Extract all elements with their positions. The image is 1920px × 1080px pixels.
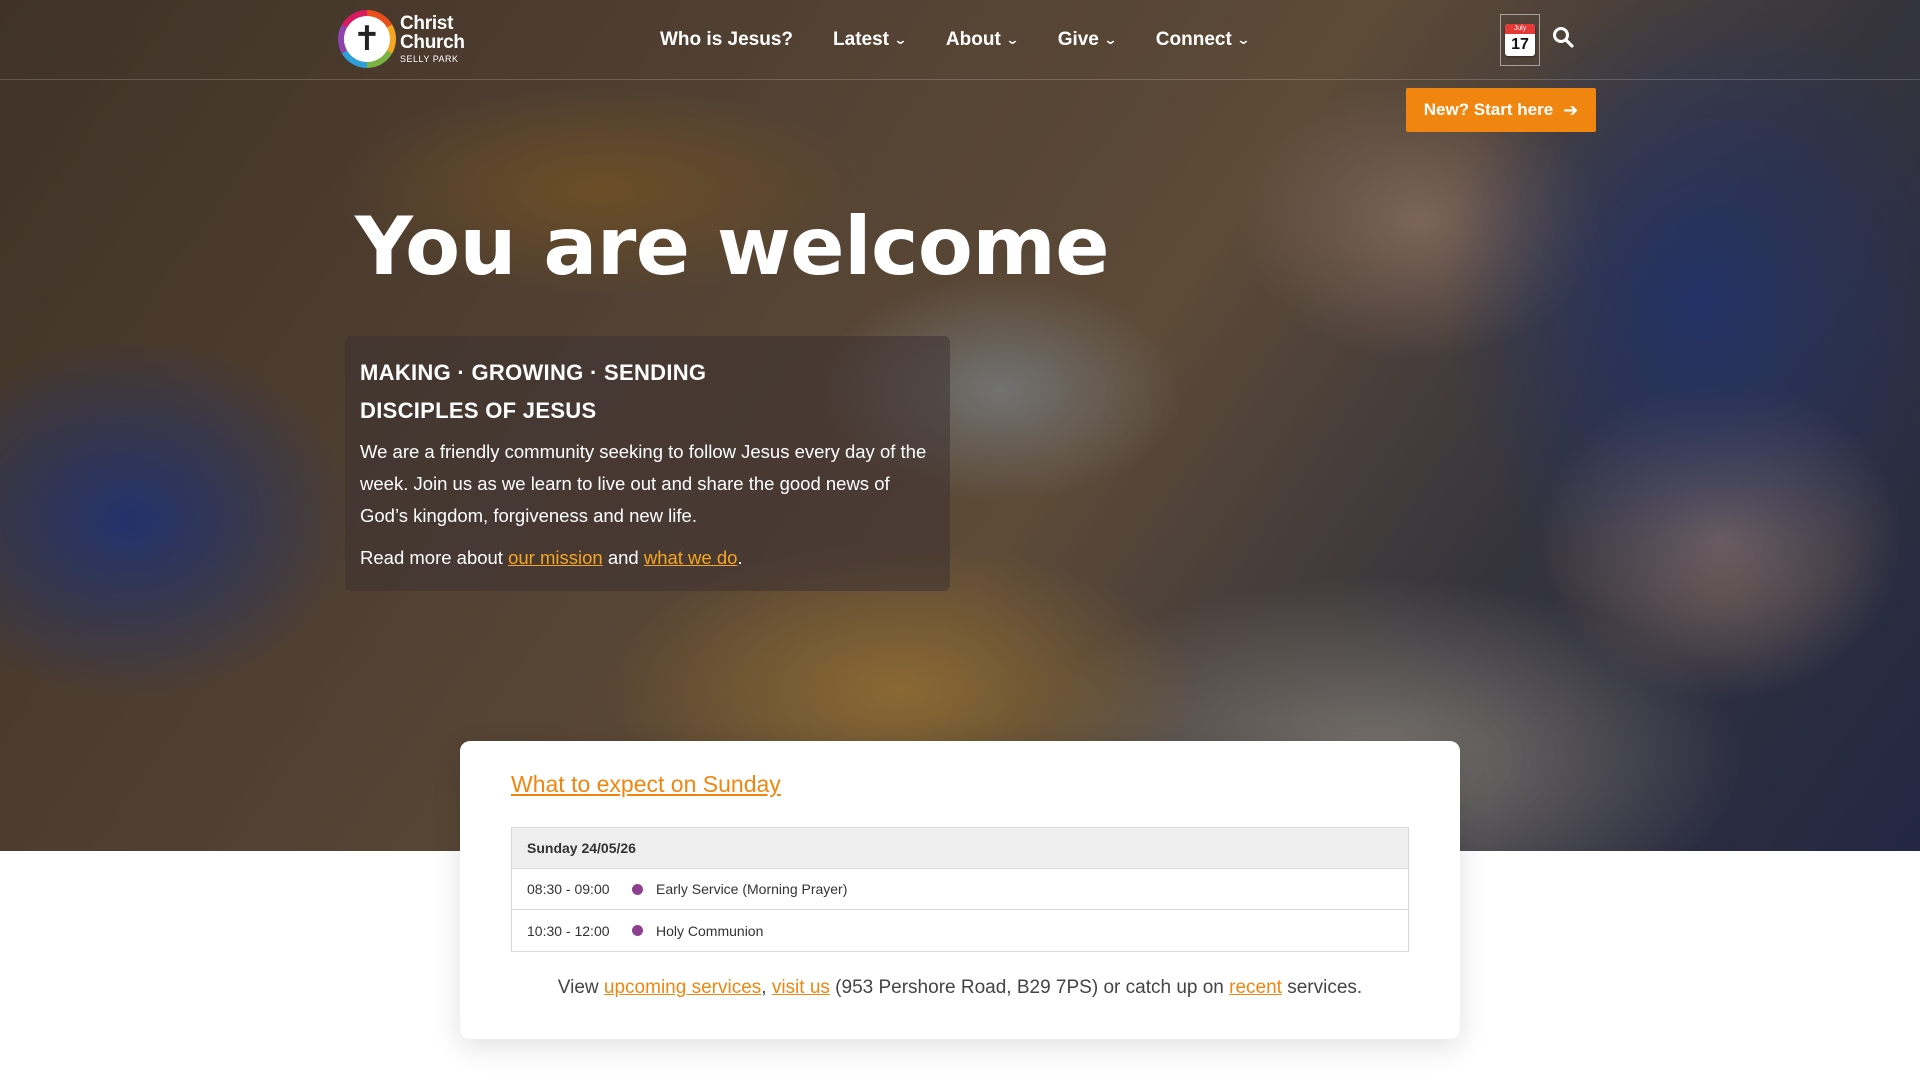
footer-suffix: services. [1281,977,1363,998]
event-time: 10:30 - 12:00 [527,922,610,939]
site-header: ✝ Christ Church SELLY PARK Who is Jesus?… [0,0,1920,80]
read-more-prefix: Read more about [360,547,509,568]
nav-item-label: About [945,29,1001,50]
footer-address: (953 Pershore Road, B29 7PS) or catch up… [829,977,1230,998]
nav-item-about[interactable]: About ⌄ [945,29,1020,51]
hero-heading: MAKING · GROWING · SENDING DISCIPLES OF … [360,354,935,430]
logo-ring: ✝ [338,10,396,68]
site-logo[interactable]: ✝ Christ Church SELLY PARK [338,10,465,68]
nav-item-connect[interactable]: Connect ⌄ [1155,29,1251,51]
logo-line-3: SELLY PARK [400,54,459,64]
cross-icon: ✝ [344,16,390,62]
read-more-and: and [602,547,644,568]
hero-heading-line-1: MAKING · GROWING · SENDING [360,360,707,385]
hero-background-image [0,0,1920,851]
visit-us-link[interactable]: visit us [772,977,830,998]
logo-line-1: Christ [400,13,454,34]
event-name: Holy Communion [656,922,764,939]
arrow-right-icon: ➔ [1563,99,1579,120]
chevron-down-icon: ⌄ [1005,32,1020,47]
hero-read-more: Read more about our mission and what we … [360,542,935,574]
upcoming-services-link[interactable]: upcoming services [604,977,761,998]
event-dot-icon [632,883,643,895]
nav-item-latest[interactable]: Latest ⌄ [833,29,908,51]
what-we-do-link[interactable]: what we do [644,547,738,568]
schedule-date-header: Sunday 24/05/26 [512,828,1408,869]
chevron-down-icon: ⌄ [1236,32,1251,47]
sunday-card: What to expect on Sunday Sunday 24/05/26… [460,741,1460,1039]
schedule-row[interactable]: 10:30 - 12:00 Holy Communion [512,910,1408,951]
hero-title: You are welcome [355,200,1109,293]
logo-line-2: Church [400,32,465,53]
nav-item-label: Connect [1155,29,1232,50]
read-more-suffix: . [737,547,743,568]
chevron-down-icon: ⌄ [1103,32,1118,47]
new-start-here-button[interactable]: New? Start here ➔ [1406,88,1596,132]
logo-text: Christ Church SELLY PARK [400,14,465,64]
nav-item-give[interactable]: Give ⌄ [1057,29,1118,51]
calendar-icon: July 17 [1505,24,1535,56]
sunday-footer-text: View upcoming services, visit us (953 Pe… [460,977,1460,999]
chevron-down-icon: ⌄ [893,32,908,47]
event-name: Early Service (Morning Prayer) [656,881,848,897]
calendar-button[interactable]: July 17 [1500,14,1540,66]
nav-item-label: Latest [833,29,889,50]
event-time: 08:30 - 09:00 [527,881,610,897]
our-mission-link[interactable]: our mission [508,547,603,568]
hero-intro-box: MAKING · GROWING · SENDING DISCIPLES OF … [345,336,950,591]
search-icon [1553,27,1574,48]
search-button[interactable] [1552,26,1580,54]
schedule-row[interactable]: 08:30 - 09:00 Early Service (Morning Pra… [512,869,1408,910]
event-dot-icon [632,925,643,936]
what-to-expect-link[interactable]: What to expect on Sunday [511,771,781,798]
start-button-label: New? Start here [1423,100,1554,119]
hero-body: We are a friendly community seeking to f… [360,441,927,526]
calendar-day: 17 [1511,36,1529,53]
nav-item-label: Give [1057,29,1099,50]
calendar-month: July [1505,24,1535,34]
footer-prefix: View [557,977,604,998]
nav-item-who-is-jesus[interactable]: Who is Jesus? [660,29,793,51]
hero-heading-line-2: DISCIPLES OF JESUS [360,398,597,423]
footer-comma: , [761,977,772,998]
main-nav: Who is Jesus? Latest ⌄ About ⌄ Give ⌄ Co… [660,0,1289,80]
service-schedule: Sunday 24/05/26 08:30 - 09:00 Early Serv… [511,827,1409,952]
recent-services-link[interactable]: recent [1229,977,1282,998]
nav-item-label: Who is Jesus? [660,29,794,50]
